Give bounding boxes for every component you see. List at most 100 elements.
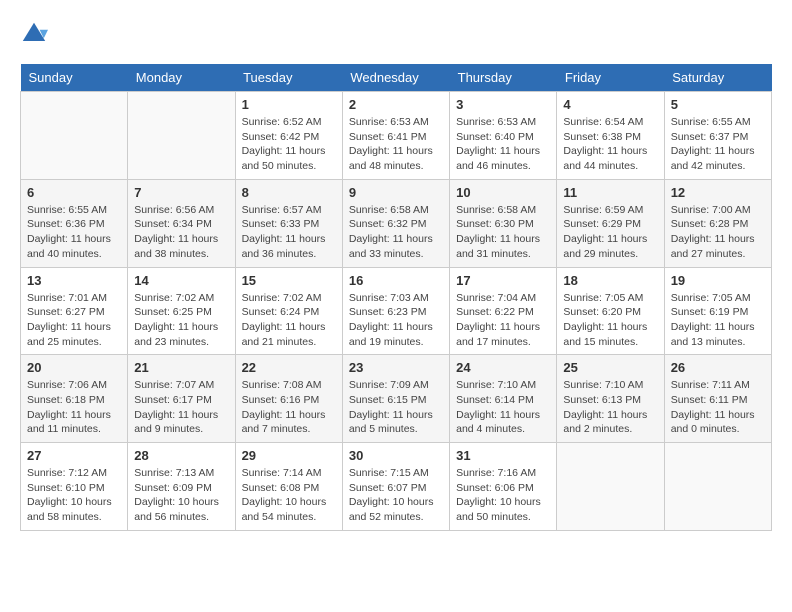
weekday-header-wednesday: Wednesday	[342, 64, 449, 92]
day-number: 18	[563, 273, 657, 288]
day-info: Sunrise: 6:55 AM Sunset: 6:36 PM Dayligh…	[27, 203, 121, 262]
day-info: Sunrise: 7:05 AM Sunset: 6:19 PM Dayligh…	[671, 291, 765, 350]
calendar-table: SundayMondayTuesdayWednesdayThursdayFrid…	[20, 64, 772, 531]
calendar-cell: 10 Sunrise: 6:58 AM Sunset: 6:30 PM Dayli…	[450, 179, 557, 267]
day-info: Sunrise: 6:58 AM Sunset: 6:30 PM Dayligh…	[456, 203, 550, 262]
day-number: 15	[242, 273, 336, 288]
calendar-cell: 26 Sunrise: 7:11 AM Sunset: 6:11 PM Dayli…	[664, 355, 771, 443]
weekday-header-thursday: Thursday	[450, 64, 557, 92]
day-info: Sunrise: 6:57 AM Sunset: 6:33 PM Dayligh…	[242, 203, 336, 262]
day-number: 26	[671, 360, 765, 375]
calendar-cell: 27 Sunrise: 7:12 AM Sunset: 6:10 PM Dayli…	[21, 443, 128, 531]
day-number: 10	[456, 185, 550, 200]
calendar-week-2: 6 Sunrise: 6:55 AM Sunset: 6:36 PM Daylig…	[21, 179, 772, 267]
day-number: 11	[563, 185, 657, 200]
calendar-cell: 22 Sunrise: 7:08 AM Sunset: 6:16 PM Dayli…	[235, 355, 342, 443]
calendar-cell: 24 Sunrise: 7:10 AM Sunset: 6:14 PM Dayli…	[450, 355, 557, 443]
day-info: Sunrise: 6:55 AM Sunset: 6:37 PM Dayligh…	[671, 115, 765, 174]
calendar-cell: 1 Sunrise: 6:52 AM Sunset: 6:42 PM Daylig…	[235, 92, 342, 180]
day-info: Sunrise: 7:00 AM Sunset: 6:28 PM Dayligh…	[671, 203, 765, 262]
day-number: 24	[456, 360, 550, 375]
day-info: Sunrise: 7:02 AM Sunset: 6:24 PM Dayligh…	[242, 291, 336, 350]
calendar-cell: 13Sunrise: 7:01 AM Sunset: 6:27 PM Dayli…	[21, 267, 128, 355]
day-number: 12	[671, 185, 765, 200]
day-info: Sunrise: 6:59 AM Sunset: 6:29 PM Dayligh…	[563, 203, 657, 262]
day-info: Sunrise: 7:08 AM Sunset: 6:16 PM Dayligh…	[242, 378, 336, 437]
day-info: Sunrise: 6:53 AM Sunset: 6:41 PM Dayligh…	[349, 115, 443, 174]
day-info: Sunrise: 6:58 AM Sunset: 6:32 PM Dayligh…	[349, 203, 443, 262]
day-number: 14	[134, 273, 228, 288]
day-number: 7	[134, 185, 228, 200]
calendar-cell: 25 Sunrise: 7:10 AM Sunset: 6:13 PM Dayli…	[557, 355, 664, 443]
calendar-cell	[21, 92, 128, 180]
calendar-cell: 19Sunrise: 7:05 AM Sunset: 6:19 PM Dayli…	[664, 267, 771, 355]
calendar-week-1: 1 Sunrise: 6:52 AM Sunset: 6:42 PM Daylig…	[21, 92, 772, 180]
calendar-cell: 12 Sunrise: 7:00 AM Sunset: 6:28 PM Dayli…	[664, 179, 771, 267]
calendar-cell: 4 Sunrise: 6:54 AM Sunset: 6:38 PM Daylig…	[557, 92, 664, 180]
day-number: 6	[27, 185, 121, 200]
day-info: Sunrise: 7:04 AM Sunset: 6:22 PM Dayligh…	[456, 291, 550, 350]
day-number: 23	[349, 360, 443, 375]
day-number: 2	[349, 97, 443, 112]
day-info: Sunrise: 7:10 AM Sunset: 6:14 PM Dayligh…	[456, 378, 550, 437]
calendar-cell: 6 Sunrise: 6:55 AM Sunset: 6:36 PM Daylig…	[21, 179, 128, 267]
day-info: Sunrise: 7:01 AM Sunset: 6:27 PM Dayligh…	[27, 291, 121, 350]
weekday-header-monday: Monday	[128, 64, 235, 92]
day-number: 20	[27, 360, 121, 375]
calendar-cell: 23 Sunrise: 7:09 AM Sunset: 6:15 PM Dayli…	[342, 355, 449, 443]
calendar-week-3: 13Sunrise: 7:01 AM Sunset: 6:27 PM Dayli…	[21, 267, 772, 355]
calendar-cell: 8 Sunrise: 6:57 AM Sunset: 6:33 PM Daylig…	[235, 179, 342, 267]
logo-icon	[20, 20, 48, 48]
day-info: Sunrise: 7:13 AM Sunset: 6:09 PM Dayligh…	[134, 466, 228, 525]
logo	[20, 20, 52, 48]
calendar-cell: 18 Sunrise: 7:05 AM Sunset: 6:20 PM Dayli…	[557, 267, 664, 355]
calendar-cell: 11 Sunrise: 6:59 AM Sunset: 6:29 PM Dayli…	[557, 179, 664, 267]
day-number: 5	[671, 97, 765, 112]
day-info: Sunrise: 7:15 AM Sunset: 6:07 PM Dayligh…	[349, 466, 443, 525]
day-info: Sunrise: 6:56 AM Sunset: 6:34 PM Dayligh…	[134, 203, 228, 262]
day-info: Sunrise: 7:16 AM Sunset: 6:06 PM Dayligh…	[456, 466, 550, 525]
day-info: Sunrise: 7:03 AM Sunset: 6:23 PM Dayligh…	[349, 291, 443, 350]
page-header	[20, 20, 772, 48]
calendar-cell: 7 Sunrise: 6:56 AM Sunset: 6:34 PM Daylig…	[128, 179, 235, 267]
day-info: Sunrise: 7:11 AM Sunset: 6:11 PM Dayligh…	[671, 378, 765, 437]
calendar-cell: 5 Sunrise: 6:55 AM Sunset: 6:37 PM Daylig…	[664, 92, 771, 180]
day-info: Sunrise: 7:02 AM Sunset: 6:25 PM Dayligh…	[134, 291, 228, 350]
day-number: 25	[563, 360, 657, 375]
day-number: 29	[242, 448, 336, 463]
day-info: Sunrise: 7:09 AM Sunset: 6:15 PM Dayligh…	[349, 378, 443, 437]
calendar-cell: 15 Sunrise: 7:02 AM Sunset: 6:24 PM Dayli…	[235, 267, 342, 355]
day-number: 1	[242, 97, 336, 112]
calendar-cell: 30 Sunrise: 7:15 AM Sunset: 6:07 PM Dayli…	[342, 443, 449, 531]
calendar-cell: 9 Sunrise: 6:58 AM Sunset: 6:32 PM Daylig…	[342, 179, 449, 267]
weekday-header-sunday: Sunday	[21, 64, 128, 92]
day-number: 22	[242, 360, 336, 375]
calendar-cell: 3 Sunrise: 6:53 AM Sunset: 6:40 PM Daylig…	[450, 92, 557, 180]
day-number: 9	[349, 185, 443, 200]
day-info: Sunrise: 7:12 AM Sunset: 6:10 PM Dayligh…	[27, 466, 121, 525]
weekday-header-saturday: Saturday	[664, 64, 771, 92]
day-number: 31	[456, 448, 550, 463]
calendar-cell: 2 Sunrise: 6:53 AM Sunset: 6:41 PM Daylig…	[342, 92, 449, 180]
day-info: Sunrise: 6:52 AM Sunset: 6:42 PM Dayligh…	[242, 115, 336, 174]
calendar-cell	[557, 443, 664, 531]
day-number: 21	[134, 360, 228, 375]
weekday-header-friday: Friday	[557, 64, 664, 92]
day-number: 3	[456, 97, 550, 112]
calendar-cell: 17Sunrise: 7:04 AM Sunset: 6:22 PM Dayli…	[450, 267, 557, 355]
calendar-cell: 21Sunrise: 7:07 AM Sunset: 6:17 PM Dayli…	[128, 355, 235, 443]
day-number: 30	[349, 448, 443, 463]
day-info: Sunrise: 7:05 AM Sunset: 6:20 PM Dayligh…	[563, 291, 657, 350]
calendar-cell	[128, 92, 235, 180]
day-info: Sunrise: 7:10 AM Sunset: 6:13 PM Dayligh…	[563, 378, 657, 437]
day-number: 8	[242, 185, 336, 200]
day-number: 16	[349, 273, 443, 288]
day-info: Sunrise: 6:54 AM Sunset: 6:38 PM Dayligh…	[563, 115, 657, 174]
calendar-week-4: 20Sunrise: 7:06 AM Sunset: 6:18 PM Dayli…	[21, 355, 772, 443]
day-number: 27	[27, 448, 121, 463]
calendar-cell: 20Sunrise: 7:06 AM Sunset: 6:18 PM Dayli…	[21, 355, 128, 443]
calendar-week-5: 27 Sunrise: 7:12 AM Sunset: 6:10 PM Dayli…	[21, 443, 772, 531]
calendar-cell	[664, 443, 771, 531]
day-number: 4	[563, 97, 657, 112]
day-info: Sunrise: 6:53 AM Sunset: 6:40 PM Dayligh…	[456, 115, 550, 174]
